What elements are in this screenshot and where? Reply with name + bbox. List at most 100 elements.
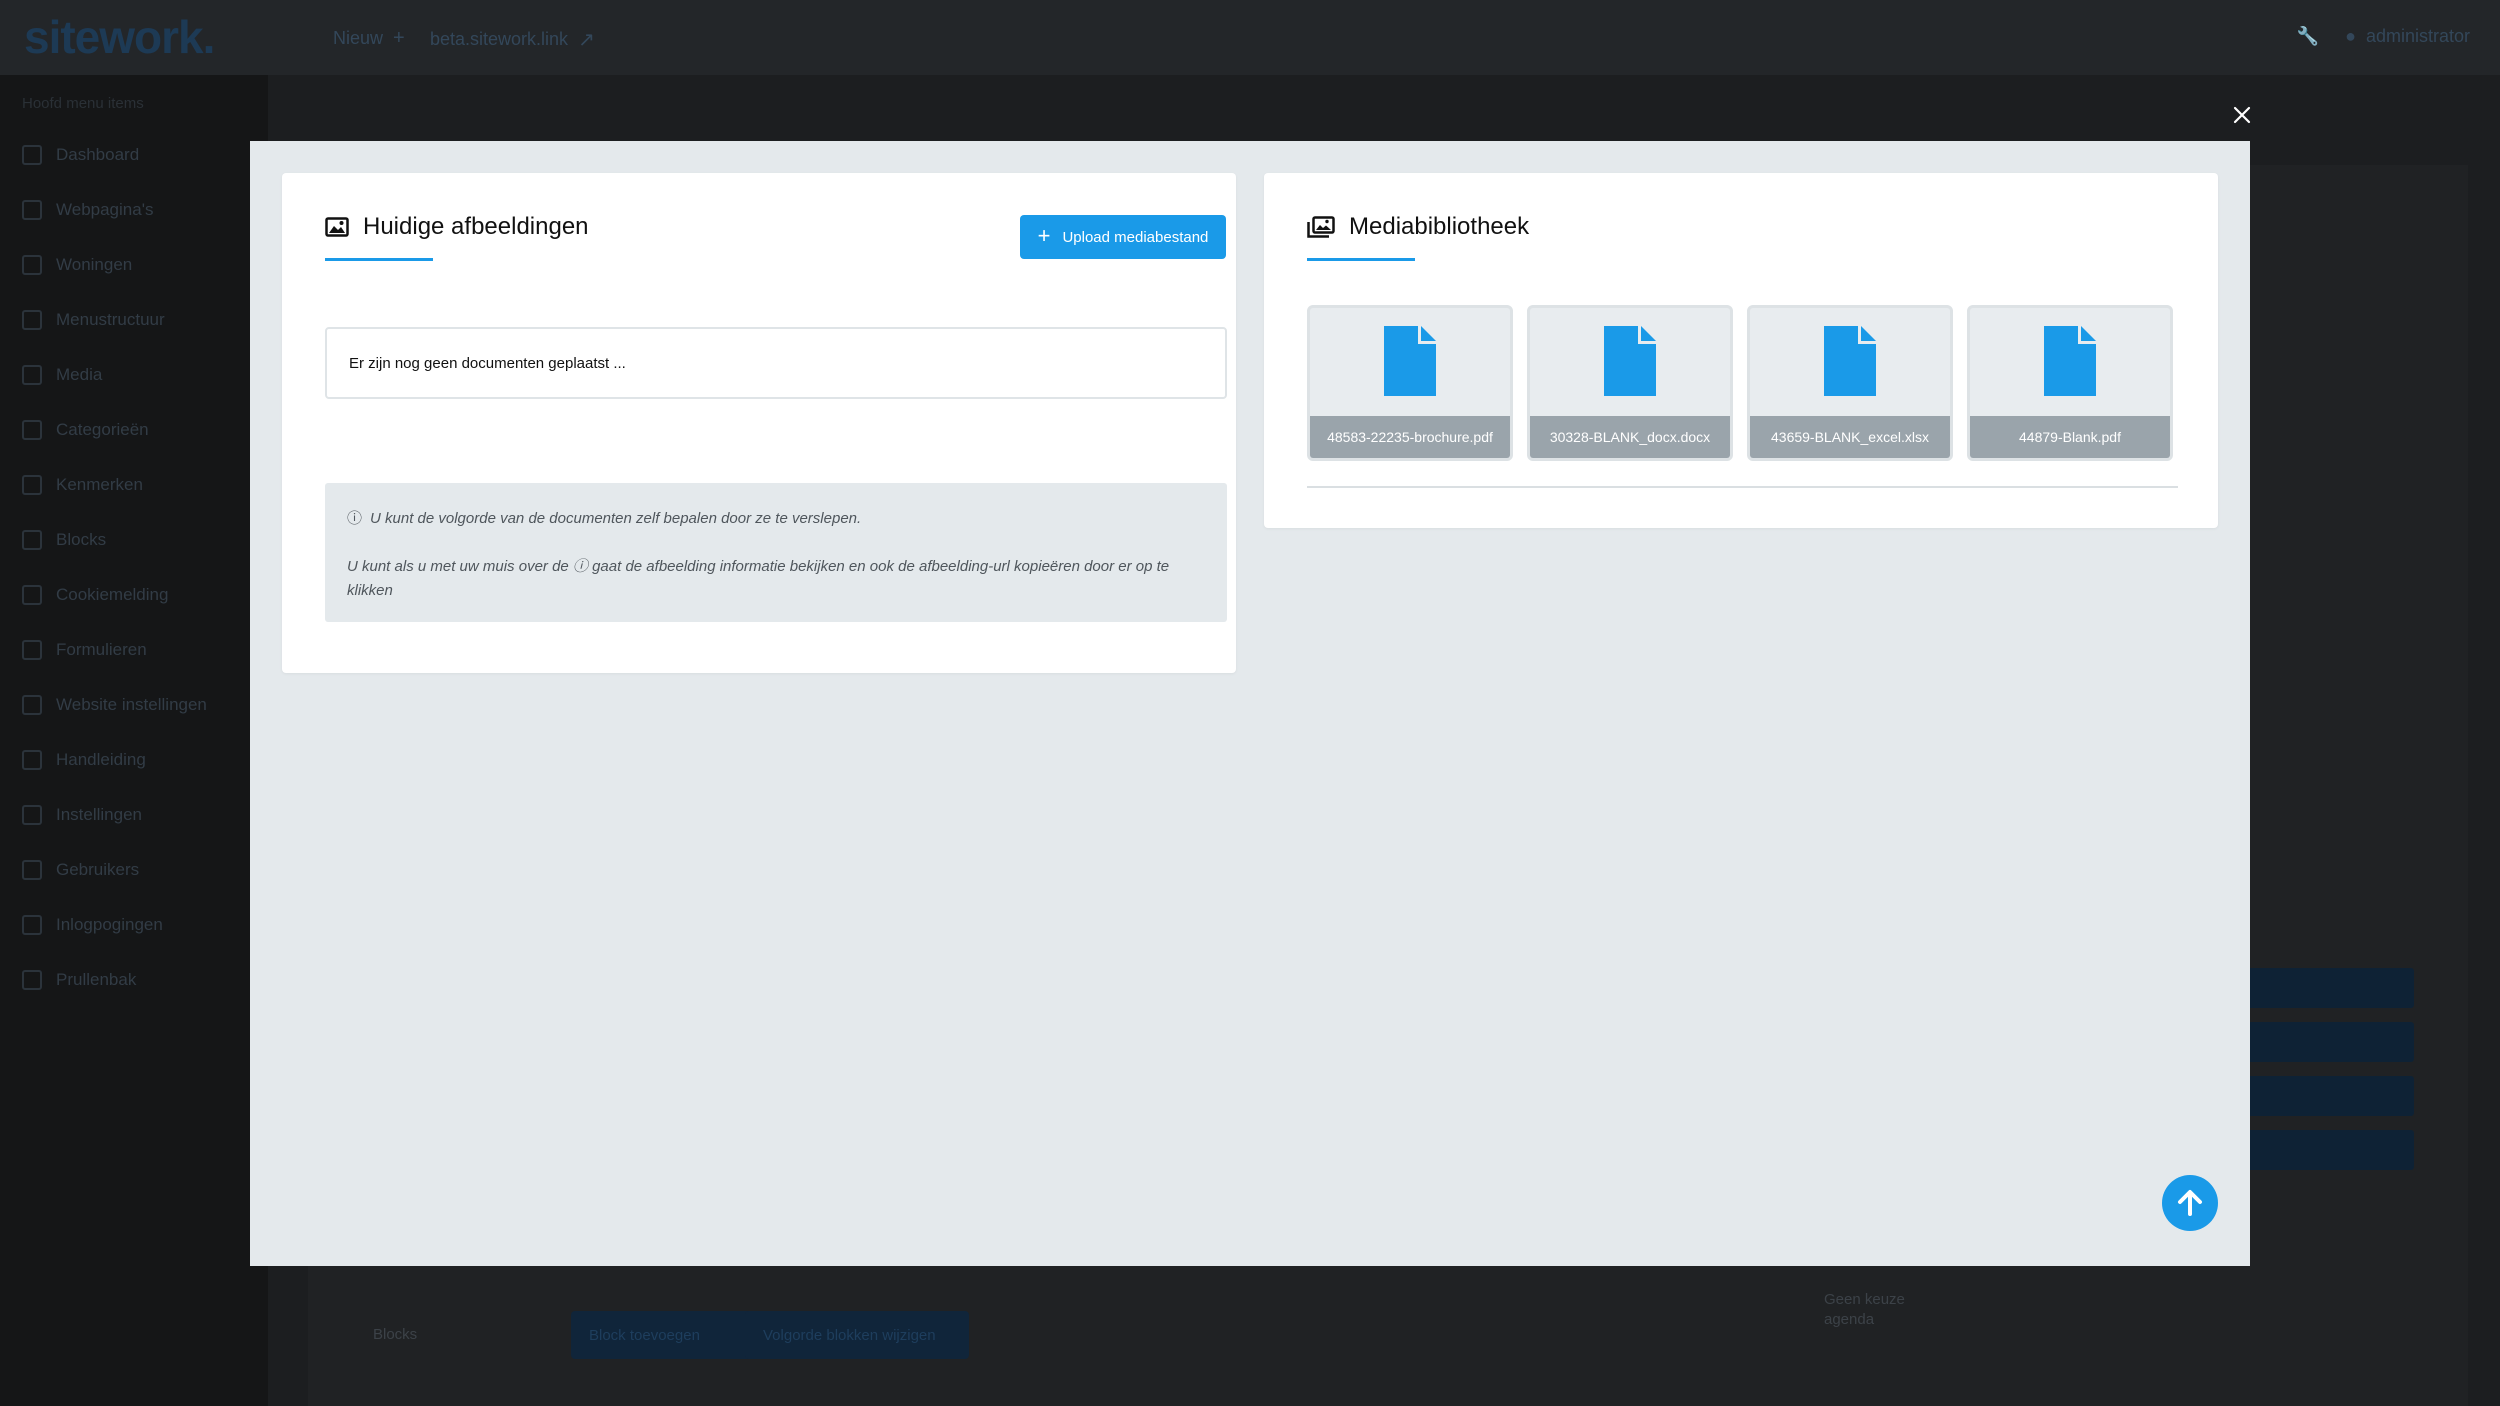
sidebar-item-instellingen[interactable]: Instellingen: [22, 805, 142, 825]
document-icon: [2044, 326, 2096, 396]
sitework-logo[interactable]: sitework.: [24, 10, 215, 64]
lock-icon: [22, 915, 42, 935]
sidebar-item-dashboard[interactable]: Dashboard: [22, 145, 139, 165]
document-dropzone[interactable]: Er zijn nog geen documenten geplaatst ..…: [325, 327, 1227, 399]
info-box: ⓘ U kunt de volgorde van de documenten ze…: [325, 483, 1227, 622]
menu-icon: [22, 310, 42, 330]
current-images-title: Huidige afbeeldingen: [363, 213, 589, 240]
cookie-icon: [22, 585, 42, 605]
sidebar-item-woningen[interactable]: Woningen: [22, 255, 132, 275]
sidebar-item-prullenbak[interactable]: Prullenbak: [22, 970, 136, 990]
images-icon: [1307, 216, 1335, 238]
sidebar-item-label: Woningen: [56, 255, 133, 274]
new-menu[interactable]: Nieuw +: [333, 27, 405, 50]
sidebar-item-handleiding[interactable]: Handleiding: [22, 750, 146, 770]
blocks-icon: [22, 530, 42, 550]
new-label: Nieuw: [333, 28, 384, 48]
media-modal: Huidige afbeeldingen + Upload mediabesta…: [250, 141, 2250, 1266]
user-area: 🔧 ● administrator: [2297, 26, 2470, 47]
sidebar-item-categorieen[interactable]: Categorieën: [22, 420, 149, 440]
empty-state-text: Er zijn nog geen documenten geplaatst ..…: [349, 354, 626, 372]
website-icon: [22, 695, 42, 715]
sidebar-item-label: Website instellingen: [56, 695, 207, 714]
trash-icon: [22, 970, 42, 990]
sidebar: Hoofd menu items Dashboard Webpagina's W…: [0, 75, 268, 1406]
sidebar-item-label: Inlogpogingen: [56, 915, 163, 934]
sidebar-item-label: Cookiemelding: [56, 585, 169, 604]
site-link-label: beta.sitework.link: [430, 29, 569, 49]
media-tile[interactable]: 30328-BLANK_docx.docx: [1527, 305, 1733, 461]
info-text-reorder: U kunt de volgorde van de documenten zel…: [370, 510, 862, 527]
sidebar-item-label: Prullenbak: [56, 970, 137, 989]
home-icon: [22, 255, 42, 275]
dashboard-icon: [22, 145, 42, 165]
close-button[interactable]: [2227, 100, 2257, 130]
list-icon: [22, 475, 42, 495]
info-text-hover: U kunt als u met uw muis over de ⓘ gaat …: [347, 558, 1170, 599]
sidebar-item-menustructuur[interactable]: Menustructuur: [22, 310, 165, 330]
gear-icon: [22, 805, 42, 825]
media-library-heading: Mediabibliotheek: [1307, 213, 1529, 241]
plus-icon: +: [1037, 223, 1051, 248]
media-filename: 43659-BLANK_excel.xlsx: [1750, 416, 1950, 458]
media-tile[interactable]: 48583-22235-brochure.pdf: [1307, 305, 1513, 461]
book-icon: [22, 750, 42, 770]
sidebar-item-media[interactable]: Media: [22, 365, 102, 385]
close-icon: [2233, 106, 2251, 124]
title-underline: [1307, 258, 1415, 261]
sidebar-item-label: Gebruikers: [56, 860, 140, 879]
user-menu[interactable]: ● administrator: [2345, 26, 2470, 47]
sidebar-item-label: Blocks: [56, 530, 107, 549]
media-grid: 48583-22235-brochure.pdf 30328-BLANK_doc…: [1307, 305, 2173, 461]
title-underline: [325, 258, 433, 261]
change-order-button[interactable]: Volgorde blokken wijzigen: [745, 1311, 969, 1359]
document-icon: [1604, 326, 1656, 396]
sidebar-item-label: Menustructuur: [56, 310, 165, 329]
media-tile[interactable]: 44879-Blank.pdf: [1967, 305, 2173, 461]
form-icon: [22, 640, 42, 660]
sidebar-item-label: Formulieren: [56, 640, 147, 659]
media-library-card: Mediabibliotheek 48583-22235-brochure.pd…: [1264, 173, 2218, 528]
sidebar-item-website-instellingen[interactable]: Website instellingen: [22, 695, 207, 715]
upload-media-button[interactable]: + Upload mediabestand: [1020, 215, 1226, 259]
scroll-to-top-button[interactable]: [2162, 1175, 2218, 1231]
current-images-heading: Huidige afbeeldingen: [325, 213, 589, 241]
media-icon: [22, 365, 42, 385]
media-filename: 48583-22235-brochure.pdf: [1310, 416, 1510, 458]
document-icon: [1384, 326, 1436, 396]
sidebar-item-label: Dashboard: [56, 145, 140, 164]
sidebar-item-label: Kenmerken: [56, 475, 143, 494]
blocks-label: Blocks: [373, 1326, 418, 1343]
wrench-icon[interactable]: 🔧: [2297, 26, 2319, 47]
media-filename: 44879-Blank.pdf: [1970, 416, 2170, 458]
sidebar-item-label: Webpagina's: [56, 200, 154, 219]
sidebar-item-kenmerken[interactable]: Kenmerken: [22, 475, 143, 495]
pages-icon: [22, 200, 42, 220]
user-name: administrator: [2365, 26, 2470, 46]
top-bar: sitework. Nieuw + beta.sitework.link ↗ 🔧…: [0, 0, 2500, 75]
current-images-card: Huidige afbeeldingen + Upload mediabesta…: [282, 173, 1236, 673]
sidebar-item-blocks[interactable]: Blocks: [22, 530, 106, 550]
media-filename: 30328-BLANK_docx.docx: [1530, 416, 1730, 458]
sidebar-section-title: Hoofd menu items: [22, 95, 144, 112]
sidebar-item-cookiemelding[interactable]: Cookiemelding: [22, 585, 168, 605]
media-divider: [1307, 486, 2178, 488]
document-icon: [1824, 326, 1876, 396]
upload-media-label: Upload mediabestand: [1062, 228, 1209, 246]
info-icon: ⓘ: [347, 510, 363, 527]
plus-icon: +: [393, 27, 405, 49]
external-link-icon: ↗: [578, 29, 595, 51]
sidebar-item-gebruikers[interactable]: Gebruikers: [22, 860, 139, 880]
tag-icon: [22, 420, 42, 440]
media-tile[interactable]: 43659-BLANK_excel.xlsx: [1747, 305, 1953, 461]
sidebar-item-webpaginas[interactable]: Webpagina's: [22, 200, 153, 220]
arrow-up-icon: [2178, 1190, 2202, 1216]
sidebar-item-formulieren[interactable]: Formulieren: [22, 640, 147, 660]
user-icon: ●: [2345, 26, 2356, 46]
sidebar-item-inlogpogingen[interactable]: Inlogpogingen: [22, 915, 163, 935]
media-library-title: Mediabibliotheek: [1349, 213, 1530, 240]
site-link[interactable]: beta.sitework.link ↗: [430, 27, 595, 52]
sidebar-item-label: Categorieën: [56, 420, 149, 439]
users-icon: [22, 860, 42, 880]
sidebar-item-label: Instellingen: [56, 805, 143, 824]
